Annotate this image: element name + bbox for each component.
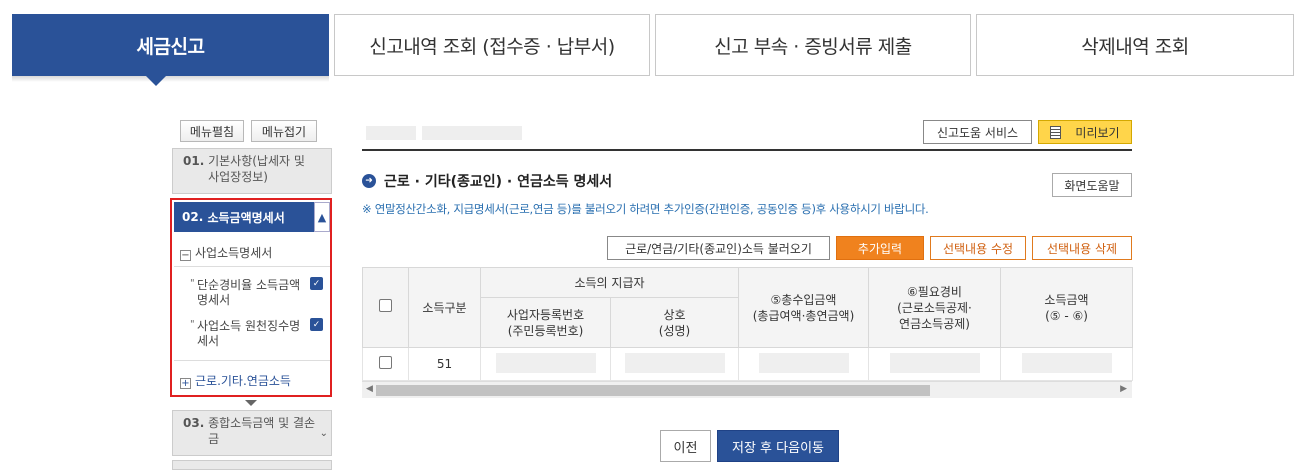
row-select-cell [362,347,409,381]
step-label: 기본사항(납세자 및 사업장정보) [208,154,305,184]
sidebar-step-next[interactable] [172,460,332,470]
cell-income-type: 51 [408,347,481,381]
check-icon: ✓ [310,277,323,290]
check-icon: ✓ [310,318,323,331]
step-number: 02. [182,210,204,224]
load-income-button[interactable]: 근로/연금/기타(종교인)소득 불러오기 [607,236,830,260]
notice-text: ※ 연말정산간소화, 지급명세서(근로,연금 등)를 불러오기 하려면 추가인증… [362,202,929,216]
cell-expenses [868,347,1001,381]
header-name: 상호 (성명) [610,297,739,348]
select-all-header [362,267,409,348]
step-number: 03. [183,416,205,430]
preview-label: 미리보기 [1075,125,1120,140]
section-title: ➜ 근로 · 기타(종교인) · 연금소득 명세서 [362,171,612,191]
income-table: 소득구분 소득의 지급자 ⑤총수입금액 (총급여액·총연금액) ⑥필요경비 (근… [362,267,1133,381]
tab-deleted-history[interactable]: 삭제내역 조회 [976,14,1294,76]
add-input-button[interactable]: 추가입력 [836,236,924,260]
cell-biz-reg-no [480,347,611,381]
tab-tax-filing[interactable]: 세금신고 [12,14,329,76]
horizontal-scrollbar[interactable]: ◀ ▶ [362,381,1132,398]
cell-income-amount [1000,347,1133,381]
redacted-text [422,126,522,140]
document-icon [1050,125,1062,139]
cell-name [610,347,739,381]
prev-button[interactable]: 이전 [660,430,711,462]
header-expenses: ⑥필요경비 (근로소득공제· 연금소득공제) [868,267,1001,348]
redacted-text [758,352,849,373]
tree-business-income[interactable]: − 사업소득명세서 [180,244,272,261]
header-biz-reg-no: 사업자등록번호 (주민등록번호) [480,297,611,348]
sidebar-step-total-income[interactable]: 03. 종합소득금액 및 결손금 ⌄ [172,410,332,456]
sidebar-sub-item-simple-expense[interactable]: 단순경비율 소득금액명세서 [197,278,302,308]
tree-label: 근로.기타.연금소득 [195,374,291,388]
scroll-right-icon[interactable]: ▶ [1120,384,1127,394]
header-payer: 소득의 지급자 [480,267,739,298]
step-number: 01. [183,154,205,168]
table-row[interactable]: 51 [362,347,1133,381]
delete-selected-button[interactable]: 선택내용 삭제 [1032,236,1132,260]
divider [174,266,330,267]
bullet-icon: " [190,278,195,289]
redacted-text [1021,352,1112,373]
active-tab-caret [146,76,166,86]
divider [174,360,330,361]
sidebar-sub-item-withholding[interactable]: 사업소득 원천징수명세서 [197,319,302,349]
redacted-text [495,352,596,373]
menu-collapse-button[interactable]: 메뉴접기 [251,120,317,142]
tab-shadow [12,76,329,82]
tree-label: 사업소득명세서 [195,246,273,260]
step-label: 소득금액명세서 [207,210,285,225]
top-navigation: 세금신고 신고내역 조회 (접수증 · 납부서) 신고 부속 · 증빙서류 제출… [12,14,1294,86]
tree-wage-income[interactable]: + 근로.기타.연금소득 [180,372,291,389]
header-total-income: ⑤총수입금액 (총급여액·총연금액) [738,267,869,348]
scroll-left-icon[interactable]: ◀ [366,384,373,394]
minus-icon: − [180,250,191,261]
section-divider [362,149,1132,151]
arrow-right-icon: ➜ [362,174,376,188]
cell-total-income [738,347,869,381]
preview-button[interactable]: 미리보기 [1038,120,1132,144]
screen-help-button[interactable]: 화면도움말 [1052,173,1132,197]
step-label: 종합소득금액 및 결손금 [208,416,316,446]
tab-filing-history[interactable]: 신고내역 조회 (접수증 · 납부서) [334,14,650,76]
redacted-text [624,352,725,373]
help-service-button[interactable]: 신고도움 서비스 [923,120,1032,144]
tab-attachments[interactable]: 신고 부속 · 증빙서류 제출 [655,14,971,76]
chevron-down-icon [245,400,257,406]
save-next-button[interactable]: 저장 후 다음이동 [717,430,839,462]
sidebar-step-income-statement[interactable]: 02. 소득금액명세서 ▲ [174,202,330,232]
plus-icon: + [180,378,191,389]
header-income-type: 소득구분 [408,267,481,348]
sidebar-step-basic-info[interactable]: 01. 기본사항(납세자 및 사업장정보) [172,148,332,194]
header-income-amount: 소득금액 (⑤ - ⑥) [1000,267,1133,348]
menu-expand-button[interactable]: 메뉴펼침 [180,120,244,142]
row-checkbox[interactable] [379,356,392,369]
select-all-checkbox[interactable] [379,299,392,312]
redacted-text [366,126,416,140]
redacted-text [889,352,980,373]
section-title-text: 근로 · 기타(종교인) · 연금소득 명세서 [384,174,613,190]
bullet-icon: " [190,319,195,330]
chevron-down-icon[interactable]: ⌄ [320,426,328,442]
edit-selected-button[interactable]: 선택내용 수정 [930,236,1026,260]
chevron-up-icon[interactable]: ▲ [314,202,330,232]
scroll-thumb[interactable] [376,385,930,396]
